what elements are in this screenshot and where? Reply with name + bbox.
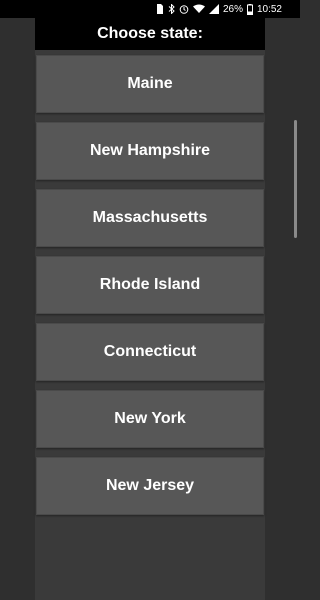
state-button-new-hampshire[interactable]: New Hampshire <box>36 122 264 180</box>
scrollbar-thumb[interactable] <box>294 120 297 238</box>
battery-icon <box>246 3 253 15</box>
status-bar: 26% 10:52 <box>0 0 300 18</box>
state-button-new-york[interactable]: New York <box>36 390 264 448</box>
left-margin <box>0 18 35 600</box>
right-margin <box>265 18 300 600</box>
state-list-container[interactable]: Maine New Hampshire Massachusetts Rhode … <box>35 50 265 600</box>
title-bar: Choose state: <box>35 18 265 50</box>
state-button-maine[interactable]: Maine <box>36 55 264 113</box>
sim-icon <box>156 3 164 15</box>
page-title: Choose state: <box>97 25 203 42</box>
state-button-connecticut[interactable]: Connecticut <box>36 323 264 381</box>
clock: 10:52 <box>256 3 282 15</box>
state-button-new-jersey[interactable]: New Jersey <box>36 457 264 515</box>
state-button-massachusetts[interactable]: Massachusetts <box>36 189 264 247</box>
bluetooth-icon <box>168 3 175 15</box>
signal-icon <box>208 3 219 15</box>
wifi-icon <box>192 3 205 15</box>
alarm-icon <box>179 3 189 15</box>
battery-percent: 26% <box>222 3 243 15</box>
state-button-rhode-island[interactable]: Rhode Island <box>36 256 264 314</box>
